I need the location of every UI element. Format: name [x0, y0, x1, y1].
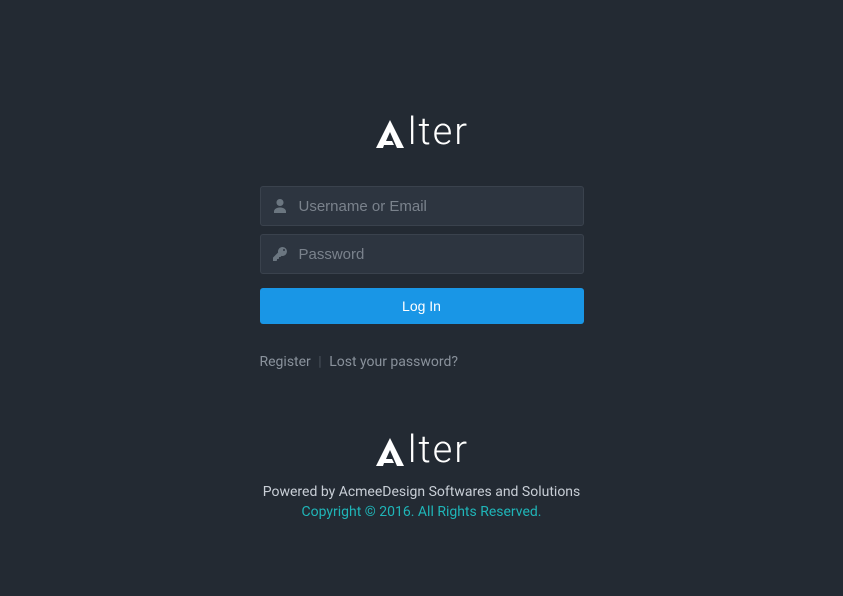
powered-by-text: Powered by AcmeeDesign Softwares and Sol… — [263, 484, 581, 500]
footer-logo-a-icon — [374, 434, 406, 466]
user-icon — [272, 198, 288, 214]
copyright-text: Copyright © 2016. All Rights Reserved. — [302, 504, 542, 520]
register-link[interactable]: Register — [260, 354, 311, 370]
brand-logo-text: lter — [374, 110, 469, 154]
logo-a-icon — [374, 116, 406, 148]
footer-brand-logo: lter — [374, 428, 469, 472]
auth-links: Register | Lost your password? — [260, 354, 584, 370]
login-container: lter Log In Register | Lost your passwor… — [260, 110, 584, 370]
lost-password-link[interactable]: Lost your password? — [329, 354, 458, 370]
username-group — [260, 186, 584, 226]
page-footer: lter Powered by AcmeeDesign Softwares an… — [260, 428, 584, 520]
login-button[interactable]: Log In — [260, 288, 584, 324]
footer-brand-name-suffix: lter — [408, 428, 469, 472]
password-group — [260, 234, 584, 274]
key-icon — [272, 246, 288, 262]
password-input[interactable] — [260, 234, 584, 274]
username-input[interactable] — [260, 186, 584, 226]
brand-logo: lter — [374, 110, 469, 154]
brand-name-suffix: lter — [408, 110, 469, 154]
link-separator: | — [318, 354, 321, 370]
footer-brand-logo-text: lter — [374, 428, 469, 472]
